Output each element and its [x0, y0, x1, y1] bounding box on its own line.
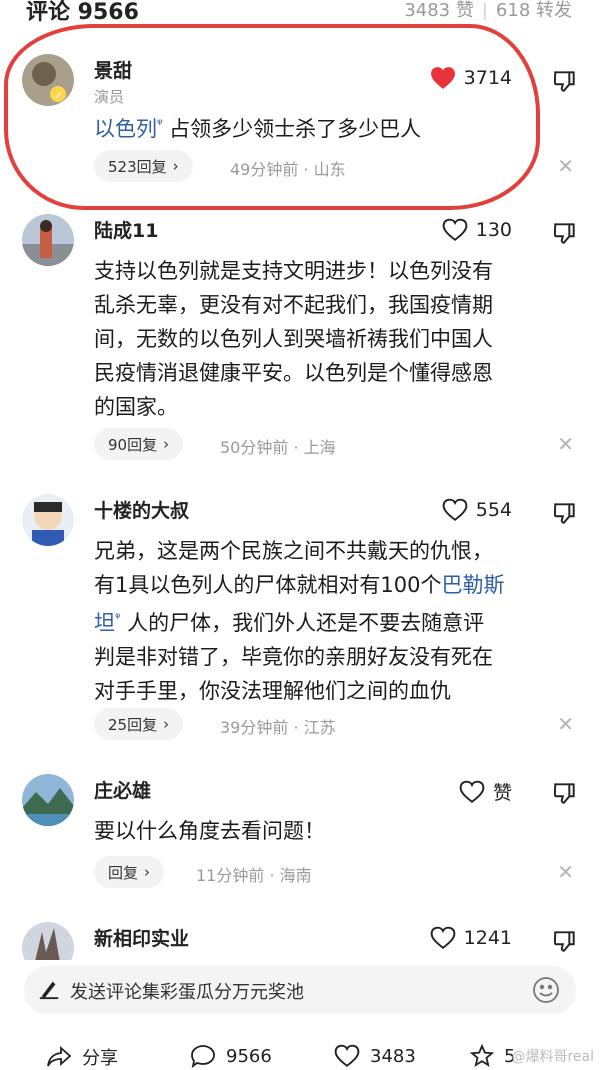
pen-icon — [38, 978, 60, 1004]
author-name[interactable]: 十楼的大叔 — [94, 496, 189, 523]
avatar[interactable] — [22, 922, 74, 960]
share-icon — [47, 1046, 72, 1067]
like-count: 554 — [475, 499, 512, 521]
heart-icon — [430, 926, 455, 949]
author-name[interactable]: 陆成11 — [94, 216, 158, 243]
like-button[interactable]: 1241 — [430, 926, 512, 950]
comment-input-bar[interactable]: 发送评论集彩蛋瓜分万元奖池 — [24, 966, 576, 1014]
replies-button[interactable]: 25回复 › — [94, 708, 184, 740]
comment-text: 兄弟，这是两个民族之间不共戴天的仇恨， 有1具以色列人的尸体就相对有100个巴勒… — [94, 534, 574, 708]
replies-button[interactable]: 回复 › — [94, 856, 165, 888]
author-name[interactable]: 新相印实业 — [94, 924, 189, 951]
chevron-right-icon: › — [144, 863, 151, 881]
comment-meta: 11分钟前 · 海南 — [196, 866, 312, 885]
heart-icon — [442, 218, 468, 241]
like-count: 赞 — [492, 782, 512, 804]
bottom-action-bar: 分享 9566 3483 5 @爆料哥real — [0, 1036, 600, 1069]
avatar[interactable] — [22, 774, 74, 826]
favorite-button[interactable]: 5 — [470, 1044, 515, 1068]
comment-line: 坦ᵠ 人的尸体，我们外人还是不要去随意评 — [94, 602, 574, 640]
like-count: 1241 — [463, 927, 512, 949]
comment-meta: 39分钟前 · 江苏 — [220, 718, 336, 737]
comment-text: 要以什么角度去看问题！ — [94, 819, 325, 843]
comment-line: 判是非对错了，毕竟你的亲朋好友没有死在 — [94, 645, 493, 669]
topic-link[interactable]: 坦 — [94, 611, 115, 635]
like-button[interactable]: 554 — [442, 498, 512, 522]
comment-line: 有1具以色列人的尸体就相对有100个巴勒斯 — [94, 568, 574, 602]
chevron-right-icon: › — [163, 435, 170, 453]
text-span: 人的尸体，我们外人还是不要去随意评 — [120, 611, 485, 635]
dislike-icon[interactable] — [552, 500, 578, 530]
dislike-icon[interactable] — [552, 928, 578, 958]
text-span: 有1具以色列人的尸体就相对有100个 — [94, 573, 442, 597]
like-count: 3483 — [370, 1045, 416, 1067]
heart-icon — [442, 498, 468, 521]
comment-count: 9566 — [226, 1045, 272, 1067]
close-icon[interactable]: ✕ — [557, 432, 574, 456]
replies-button[interactable]: 90回复 › — [94, 428, 184, 460]
comment-line: 兄弟，这是两个民族之间不共戴天的仇恨， — [94, 539, 493, 563]
comment-line: 支持以色列就是支持文明进步！以色列没有 — [94, 259, 493, 283]
close-icon[interactable]: ✕ — [557, 860, 574, 884]
comment-item: 新相印实业 1241 — [0, 922, 600, 960]
dislike-icon[interactable] — [552, 68, 578, 98]
comment-input-placeholder[interactable]: 发送评论集彩蛋瓜分万元奖池 — [70, 978, 304, 1004]
comment-line: 的国家。 — [94, 395, 178, 419]
comment-item: 十楼的大叔 554 兄弟，这是两个民族之间不共戴天的仇恨， 有1具以色列人的尸体… — [0, 494, 600, 744]
like-button[interactable]: 130 — [442, 218, 512, 242]
reply-count: 回复 — [108, 863, 139, 882]
watermark: @爆料哥real — [511, 1049, 594, 1065]
reply-count: 90回复 — [108, 435, 158, 454]
comments-title: 评论 9566 — [26, 0, 139, 25]
header-likes: 3483 赞 — [404, 0, 474, 21]
comment-text: 支持以色列就是支持文明进步！以色列没有 乱杀无辜，更没有对不起我们，我国疫情期 … — [94, 254, 574, 424]
share-button[interactable]: 分享 — [46, 1044, 118, 1070]
like-count: 130 — [475, 219, 512, 241]
header-shares: 618 转发 — [495, 0, 572, 21]
chevron-right-icon: › — [163, 715, 170, 733]
avatar[interactable] — [22, 494, 74, 546]
comment-meta: 50分钟前 · 上海 — [220, 438, 336, 457]
dislike-icon[interactable] — [552, 780, 578, 810]
comment-line: 对手手里，你没法理解他们之间的血仇 — [94, 679, 451, 703]
close-icon[interactable]: ✕ — [557, 154, 574, 178]
comment-item: 庄必雄 赞 要以什么角度去看问题！ 回复 › 11分钟前 · 海南 ✕ — [0, 774, 600, 894]
reply-count: 25回复 — [108, 715, 158, 734]
comment-icon — [191, 1045, 215, 1068]
comment-line: 乱杀无辜，更没有对不起我们，我国疫情期 — [94, 293, 493, 317]
comment-line: 间，无数的以色列人到哭墙祈祷我们中国人 — [94, 327, 493, 351]
comment-button[interactable]: 9566 — [190, 1044, 272, 1068]
red-highlight-circle — [4, 24, 540, 210]
topic-link[interactable]: 巴勒斯 — [441, 573, 504, 597]
header-stats: 3483 赞 | 618 转发 — [404, 0, 572, 21]
comment-line: 民疫情消退健康平安。以色列是个懂得感恩 — [94, 361, 493, 385]
emoji-icon[interactable] — [532, 976, 560, 1008]
comment-item: 陆成11 130 支持以色列就是支持文明进步！以色列没有 乱杀无辜，更没有对不起… — [0, 214, 600, 464]
close-icon[interactable]: ✕ — [557, 712, 574, 736]
dislike-icon[interactable] — [552, 220, 578, 250]
heart-icon — [334, 1044, 360, 1067]
star-icon — [470, 1044, 494, 1067]
author-name[interactable]: 庄必雄 — [94, 776, 151, 803]
share-label: 分享 — [82, 1048, 118, 1069]
like-button[interactable]: 赞 — [459, 778, 512, 805]
avatar[interactable] — [22, 214, 74, 266]
heart-icon — [459, 780, 485, 803]
like-button[interactable]: 3483 — [334, 1044, 416, 1068]
